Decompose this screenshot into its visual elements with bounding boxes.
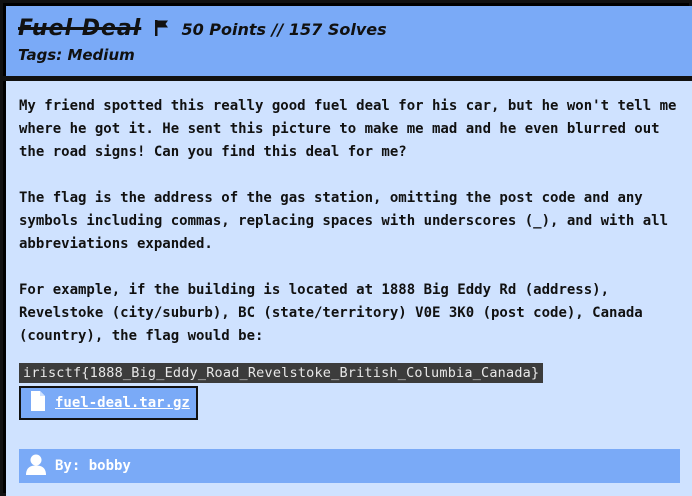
title-row: Fuel Deal 50 Points // 157 Solves: [18, 16, 387, 41]
attachment-link-box[interactable]: fuel-deal.tar.gz: [19, 386, 198, 420]
description-paragraph: For example, if the building is located …: [19, 282, 643, 344]
challenge-title: Fuel Deal: [18, 16, 142, 41]
author-name: By: bobby: [55, 458, 131, 474]
example-flag-code: irisctf{1888_Big_Eddy_Road_Revelstoke_Br…: [19, 363, 544, 383]
attachment-link[interactable]: fuel-deal.tar.gz: [55, 395, 190, 411]
points-solves: 50 Points // 157 Solves: [181, 20, 387, 39]
challenge-body: My friend spotted this really good fuel …: [6, 81, 692, 496]
author-bar: By: bobby: [19, 449, 680, 483]
user-icon: [25, 453, 47, 479]
file-icon: [31, 391, 45, 415]
challenge-card: Fuel Deal 50 Points // 157 Solves Tags: …: [0, 0, 692, 496]
challenge-header: Fuel Deal 50 Points // 157 Solves Tags: …: [6, 6, 692, 76]
challenge-tags: Tags: Medium: [18, 46, 135, 64]
flag-icon: [154, 19, 170, 41]
description-paragraph: The flag is the address of the gas stati…: [19, 190, 669, 252]
description-paragraph: My friend spotted this really good fuel …: [19, 98, 677, 160]
